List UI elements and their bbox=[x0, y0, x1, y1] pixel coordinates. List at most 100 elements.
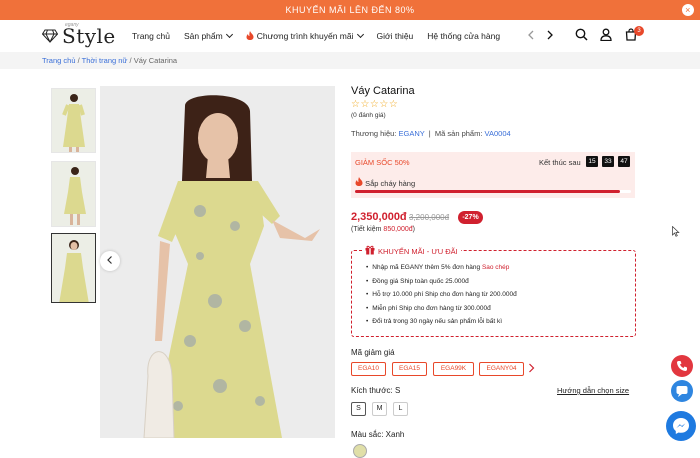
promotion-item: Đồng giá Ship toàn quốc 25.000đ bbox=[366, 278, 517, 292]
chat-bubble-icon bbox=[676, 386, 688, 397]
size-label: Kích thước: S bbox=[351, 386, 401, 395]
zalo-button[interactable] bbox=[671, 380, 693, 402]
color-swatch[interactable] bbox=[353, 444, 367, 458]
promotion-item-text: Nhập mã EGANY thêm 5% đơn hàng bbox=[372, 264, 482, 271]
product-thumbnail[interactable] bbox=[51, 88, 96, 153]
promotion-item-text: Miễn phí Ship cho đơn hàng từ 300.000đ bbox=[372, 304, 491, 312]
chevron-left-icon bbox=[107, 256, 112, 264]
nav-item-promotions[interactable]: Chương trình khuyến mãi bbox=[246, 30, 364, 42]
stock-progress-fill bbox=[355, 190, 620, 193]
brand-label: Thương hiệu: bbox=[351, 129, 397, 138]
coupon-chip[interactable]: EGA10 bbox=[351, 362, 386, 376]
user-icon[interactable] bbox=[600, 28, 612, 41]
thumbnail-image bbox=[52, 89, 95, 152]
promotion-item: Miễn phí Ship cho đơn hàng từ 300.000đ bbox=[366, 305, 517, 319]
breadcrumb-separator: / bbox=[77, 56, 80, 65]
nav-item-label: Trang chủ bbox=[132, 31, 170, 41]
breadcrumb-category[interactable]: Thời trang nữ bbox=[82, 56, 128, 65]
copy-code-link[interactable]: Sao chép bbox=[482, 264, 509, 271]
saving-line: (Tiết kiệm 850,000đ) bbox=[351, 226, 415, 233]
promotion-item: Đổi trả trong 30 ngày nếu sản phẩm lỗi b… bbox=[366, 318, 517, 332]
flame-icon bbox=[355, 177, 363, 188]
logo-subtext: egany bbox=[65, 22, 79, 28]
coupon-chip[interactable]: EGA15 bbox=[392, 362, 427, 376]
color-label: Màu sắc: Xanh bbox=[351, 430, 405, 439]
nav-item-about[interactable]: Giới thiệu bbox=[377, 31, 414, 41]
thumbnail-image bbox=[52, 234, 95, 302]
discount-badge: -27% bbox=[458, 211, 483, 224]
promotion-box: KHUYẾN MÃI - ƯU ĐÃI Nhập mã EGANY thêm 5… bbox=[351, 245, 636, 337]
rating-stars-icon[interactable]: ☆☆☆☆☆ bbox=[351, 99, 398, 110]
site-header: egany Style Trang chủ Sản phẩm Chương tr… bbox=[0, 20, 700, 52]
coupon-chip[interactable]: EGA99K bbox=[433, 362, 474, 376]
close-icon[interactable]: × bbox=[682, 4, 694, 16]
countdown-minutes: 33 bbox=[602, 156, 614, 167]
breadcrumb-separator: / bbox=[129, 56, 132, 65]
image-prev-button[interactable] bbox=[100, 251, 120, 271]
promotion-list: Nhập mã EGANY thêm 5% đơn hàng Sao chép … bbox=[366, 264, 517, 332]
product-thumbnail-active[interactable] bbox=[51, 233, 96, 303]
flame-icon bbox=[246, 30, 254, 42]
brand-link[interactable]: EGANY bbox=[398, 129, 424, 138]
size-option-selected[interactable]: S bbox=[351, 402, 366, 416]
breadcrumb: Trang chủ / Thời trang nữ / Váy Catarina bbox=[0, 52, 700, 69]
nav-item-stores[interactable]: Hệ thống cửa hàng bbox=[427, 31, 500, 41]
search-icon[interactable] bbox=[575, 28, 588, 41]
flash-sale-label: GIẢM SỐC 50% bbox=[355, 158, 410, 167]
logo[interactable]: egany Style bbox=[42, 22, 116, 49]
nav-item-home[interactable]: Trang chủ bbox=[132, 31, 170, 41]
cart-count-badge: 3 bbox=[634, 26, 644, 36]
size-guide-link[interactable]: Hướng dẫn chọn size bbox=[557, 386, 629, 395]
chevron-down-icon bbox=[225, 30, 233, 39]
stock-progress-bar bbox=[355, 190, 631, 193]
mouse-cursor-icon bbox=[672, 226, 680, 237]
nav-item-label: Sản phẩm bbox=[183, 31, 223, 41]
nav-prev-icon[interactable] bbox=[527, 30, 535, 40]
current-price: 2,350,000đ bbox=[351, 211, 407, 223]
promo-bar-text: KHUYẾN MÃI LÊN ĐẾN 80% bbox=[285, 5, 415, 15]
nav-item-label: Hệ thống cửa hàng bbox=[427, 31, 501, 41]
promotion-title: KHUYẾN MÃI - ƯU ĐÃI bbox=[362, 245, 461, 257]
flash-sale-box: GIẢM SỐC 50% Kết thúc sau 15 33 47 Sắp c… bbox=[351, 152, 635, 198]
countdown-label: Kết thúc sau bbox=[539, 158, 581, 167]
gift-icon bbox=[365, 245, 375, 257]
thumbnail-image bbox=[52, 162, 95, 226]
size-option[interactable]: L bbox=[393, 402, 408, 416]
nav-item-label: Giới thiệu bbox=[376, 31, 414, 41]
messenger-icon bbox=[673, 418, 689, 434]
promotion-item-text: Đồng giá Ship toàn quốc 25.000đ bbox=[372, 277, 469, 285]
coupon-chip[interactable]: EGANY04 bbox=[479, 362, 524, 376]
nav-item-label: Chương trình khuyến mãi bbox=[256, 31, 354, 41]
promotion-title-text: KHUYẾN MÃI - ƯU ĐÃI bbox=[378, 246, 458, 256]
diamond-icon bbox=[42, 29, 58, 43]
promotion-item: Hỗ trợ 10.000 phí Ship cho đơn hàng từ 2… bbox=[366, 291, 517, 305]
messenger-button[interactable] bbox=[666, 411, 696, 441]
product-thumbnail[interactable] bbox=[51, 161, 96, 227]
review-count: (0 đánh giá) bbox=[351, 112, 386, 119]
size-option[interactable]: M bbox=[372, 402, 387, 416]
sku-value: VA0004 bbox=[484, 129, 511, 138]
product-photo bbox=[100, 86, 335, 438]
main-product-image bbox=[100, 86, 335, 438]
product-title: Váy Catarina bbox=[351, 85, 415, 97]
promotion-item-text: Đổi trả trong 30 ngày nếu sản phẩm lỗi b… bbox=[372, 318, 502, 325]
sku-label: Mã sản phẩm: bbox=[434, 129, 483, 138]
promotion-item: Nhập mã EGANY thêm 5% đơn hàng Sao chép bbox=[366, 264, 517, 278]
selling-out-label: Sắp cháy hàng bbox=[355, 177, 415, 188]
breadcrumb-current: Váy Catarina bbox=[133, 56, 178, 65]
countdown-seconds: 47 bbox=[618, 156, 630, 167]
original-price: 3,200,000đ bbox=[409, 213, 450, 222]
saving-suffix: ) bbox=[412, 226, 415, 233]
saving-amount: 850,000đ bbox=[383, 226, 413, 233]
chevron-down-icon bbox=[356, 30, 364, 39]
promotion-item-text: Hỗ trợ 10.000 phí Ship cho đơn hàng từ 2… bbox=[372, 291, 517, 298]
nav-next-icon[interactable] bbox=[546, 30, 554, 40]
saving-prefix: (Tiết kiệm bbox=[351, 226, 384, 233]
coupon-label: Mã giảm giá bbox=[351, 348, 395, 357]
chevron-right-icon[interactable] bbox=[528, 362, 535, 374]
phone-icon bbox=[677, 361, 687, 371]
nav-item-products[interactable]: Sản phẩm bbox=[183, 30, 233, 41]
countdown-hours: 15 bbox=[586, 156, 598, 167]
breadcrumb-home[interactable]: Trang chủ bbox=[42, 56, 76, 65]
phone-button[interactable] bbox=[671, 355, 693, 377]
